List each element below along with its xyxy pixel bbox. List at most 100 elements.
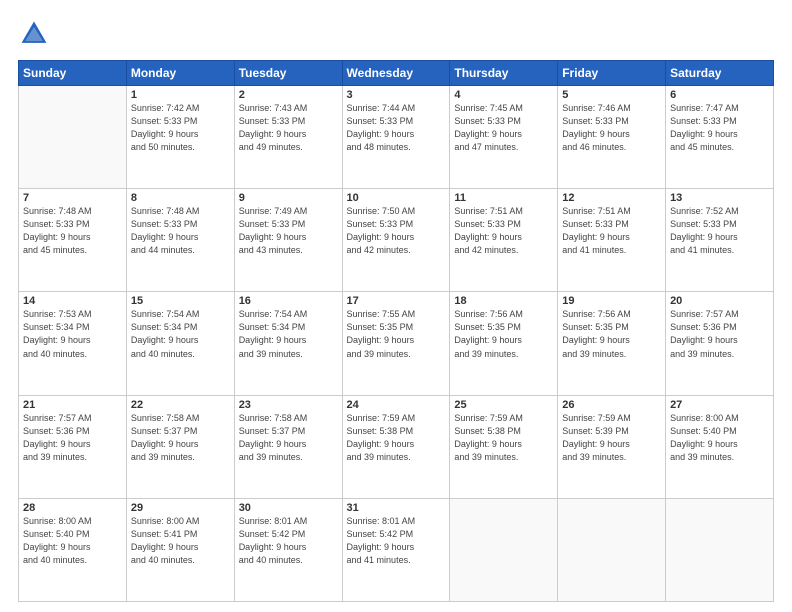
day-cell [450,498,558,601]
day-info: Sunrise: 7:51 AMSunset: 5:33 PMDaylight:… [562,205,661,257]
day-info: Sunrise: 8:00 AMSunset: 5:41 PMDaylight:… [131,515,230,567]
day-info: Sunrise: 7:48 AMSunset: 5:33 PMDaylight:… [23,205,122,257]
day-info: Sunrise: 7:59 AMSunset: 5:39 PMDaylight:… [562,412,661,464]
day-cell: 20Sunrise: 7:57 AMSunset: 5:36 PMDayligh… [666,292,774,395]
day-number: 15 [131,295,230,307]
day-cell: 8Sunrise: 7:48 AMSunset: 5:33 PMDaylight… [126,189,234,292]
day-info: Sunrise: 7:58 AMSunset: 5:37 PMDaylight:… [131,412,230,464]
day-number: 29 [131,502,230,514]
day-number: 11 [454,192,553,204]
day-info: Sunrise: 7:47 AMSunset: 5:33 PMDaylight:… [670,102,769,154]
day-cell: 18Sunrise: 7:56 AMSunset: 5:35 PMDayligh… [450,292,558,395]
header-row: SundayMondayTuesdayWednesdayThursdayFrid… [19,61,774,86]
day-cell: 14Sunrise: 7:53 AMSunset: 5:34 PMDayligh… [19,292,127,395]
day-number: 28 [23,502,122,514]
day-info: Sunrise: 7:45 AMSunset: 5:33 PMDaylight:… [454,102,553,154]
day-info: Sunrise: 7:58 AMSunset: 5:37 PMDaylight:… [239,412,338,464]
day-info: Sunrise: 7:49 AMSunset: 5:33 PMDaylight:… [239,205,338,257]
day-info: Sunrise: 7:59 AMSunset: 5:38 PMDaylight:… [454,412,553,464]
day-cell: 7Sunrise: 7:48 AMSunset: 5:33 PMDaylight… [19,189,127,292]
day-number: 4 [454,89,553,101]
day-cell: 16Sunrise: 7:54 AMSunset: 5:34 PMDayligh… [234,292,342,395]
day-number: 24 [347,399,446,411]
day-info: Sunrise: 8:01 AMSunset: 5:42 PMDaylight:… [239,515,338,567]
day-cell: 12Sunrise: 7:51 AMSunset: 5:33 PMDayligh… [558,189,666,292]
day-number: 6 [670,89,769,101]
day-cell: 26Sunrise: 7:59 AMSunset: 5:39 PMDayligh… [558,395,666,498]
day-cell: 9Sunrise: 7:49 AMSunset: 5:33 PMDaylight… [234,189,342,292]
day-cell: 23Sunrise: 7:58 AMSunset: 5:37 PMDayligh… [234,395,342,498]
calendar-table: SundayMondayTuesdayWednesdayThursdayFrid… [18,60,774,602]
day-header-saturday: Saturday [666,61,774,86]
day-info: Sunrise: 7:48 AMSunset: 5:33 PMDaylight:… [131,205,230,257]
day-number: 31 [347,502,446,514]
day-info: Sunrise: 7:42 AMSunset: 5:33 PMDaylight:… [131,102,230,154]
day-info: Sunrise: 7:56 AMSunset: 5:35 PMDaylight:… [562,308,661,360]
day-number: 3 [347,89,446,101]
day-cell: 15Sunrise: 7:54 AMSunset: 5:34 PMDayligh… [126,292,234,395]
day-cell: 13Sunrise: 7:52 AMSunset: 5:33 PMDayligh… [666,189,774,292]
day-number: 23 [239,399,338,411]
day-number: 21 [23,399,122,411]
week-row-2: 7Sunrise: 7:48 AMSunset: 5:33 PMDaylight… [19,189,774,292]
day-cell [558,498,666,601]
day-number: 16 [239,295,338,307]
day-cell [666,498,774,601]
day-info: Sunrise: 7:57 AMSunset: 5:36 PMDaylight:… [23,412,122,464]
day-info: Sunrise: 7:46 AMSunset: 5:33 PMDaylight:… [562,102,661,154]
week-row-4: 21Sunrise: 7:57 AMSunset: 5:36 PMDayligh… [19,395,774,498]
day-cell: 5Sunrise: 7:46 AMSunset: 5:33 PMDaylight… [558,86,666,189]
day-number: 26 [562,399,661,411]
week-row-5: 28Sunrise: 8:00 AMSunset: 5:40 PMDayligh… [19,498,774,601]
day-number: 8 [131,192,230,204]
day-cell: 28Sunrise: 8:00 AMSunset: 5:40 PMDayligh… [19,498,127,601]
day-info: Sunrise: 7:43 AMSunset: 5:33 PMDaylight:… [239,102,338,154]
day-info: Sunrise: 8:01 AMSunset: 5:42 PMDaylight:… [347,515,446,567]
day-number: 14 [23,295,122,307]
week-row-1: 1Sunrise: 7:42 AMSunset: 5:33 PMDaylight… [19,86,774,189]
day-cell: 6Sunrise: 7:47 AMSunset: 5:33 PMDaylight… [666,86,774,189]
day-cell: 11Sunrise: 7:51 AMSunset: 5:33 PMDayligh… [450,189,558,292]
day-cell: 4Sunrise: 7:45 AMSunset: 5:33 PMDaylight… [450,86,558,189]
day-number: 2 [239,89,338,101]
day-number: 22 [131,399,230,411]
header [18,18,774,50]
day-number: 17 [347,295,446,307]
day-number: 19 [562,295,661,307]
day-cell: 19Sunrise: 7:56 AMSunset: 5:35 PMDayligh… [558,292,666,395]
day-info: Sunrise: 7:53 AMSunset: 5:34 PMDaylight:… [23,308,122,360]
logo [18,18,54,50]
day-info: Sunrise: 7:44 AMSunset: 5:33 PMDaylight:… [347,102,446,154]
day-cell [19,86,127,189]
day-cell: 17Sunrise: 7:55 AMSunset: 5:35 PMDayligh… [342,292,450,395]
day-info: Sunrise: 7:54 AMSunset: 5:34 PMDaylight:… [131,308,230,360]
day-cell: 1Sunrise: 7:42 AMSunset: 5:33 PMDaylight… [126,86,234,189]
day-info: Sunrise: 7:52 AMSunset: 5:33 PMDaylight:… [670,205,769,257]
day-number: 9 [239,192,338,204]
day-info: Sunrise: 8:00 AMSunset: 5:40 PMDaylight:… [670,412,769,464]
day-header-tuesday: Tuesday [234,61,342,86]
day-header-monday: Monday [126,61,234,86]
day-header-thursday: Thursday [450,61,558,86]
day-cell: 27Sunrise: 8:00 AMSunset: 5:40 PMDayligh… [666,395,774,498]
day-info: Sunrise: 8:00 AMSunset: 5:40 PMDaylight:… [23,515,122,567]
day-cell: 10Sunrise: 7:50 AMSunset: 5:33 PMDayligh… [342,189,450,292]
day-cell: 21Sunrise: 7:57 AMSunset: 5:36 PMDayligh… [19,395,127,498]
logo-icon [18,18,50,50]
day-cell: 31Sunrise: 8:01 AMSunset: 5:42 PMDayligh… [342,498,450,601]
day-cell: 3Sunrise: 7:44 AMSunset: 5:33 PMDaylight… [342,86,450,189]
day-number: 30 [239,502,338,514]
day-number: 27 [670,399,769,411]
page: SundayMondayTuesdayWednesdayThursdayFrid… [0,0,792,612]
day-info: Sunrise: 7:56 AMSunset: 5:35 PMDaylight:… [454,308,553,360]
day-info: Sunrise: 7:51 AMSunset: 5:33 PMDaylight:… [454,205,553,257]
day-info: Sunrise: 7:50 AMSunset: 5:33 PMDaylight:… [347,205,446,257]
day-number: 5 [562,89,661,101]
day-cell: 29Sunrise: 8:00 AMSunset: 5:41 PMDayligh… [126,498,234,601]
day-info: Sunrise: 7:55 AMSunset: 5:35 PMDaylight:… [347,308,446,360]
week-row-3: 14Sunrise: 7:53 AMSunset: 5:34 PMDayligh… [19,292,774,395]
day-number: 13 [670,192,769,204]
day-info: Sunrise: 7:54 AMSunset: 5:34 PMDaylight:… [239,308,338,360]
day-number: 12 [562,192,661,204]
day-header-sunday: Sunday [19,61,127,86]
